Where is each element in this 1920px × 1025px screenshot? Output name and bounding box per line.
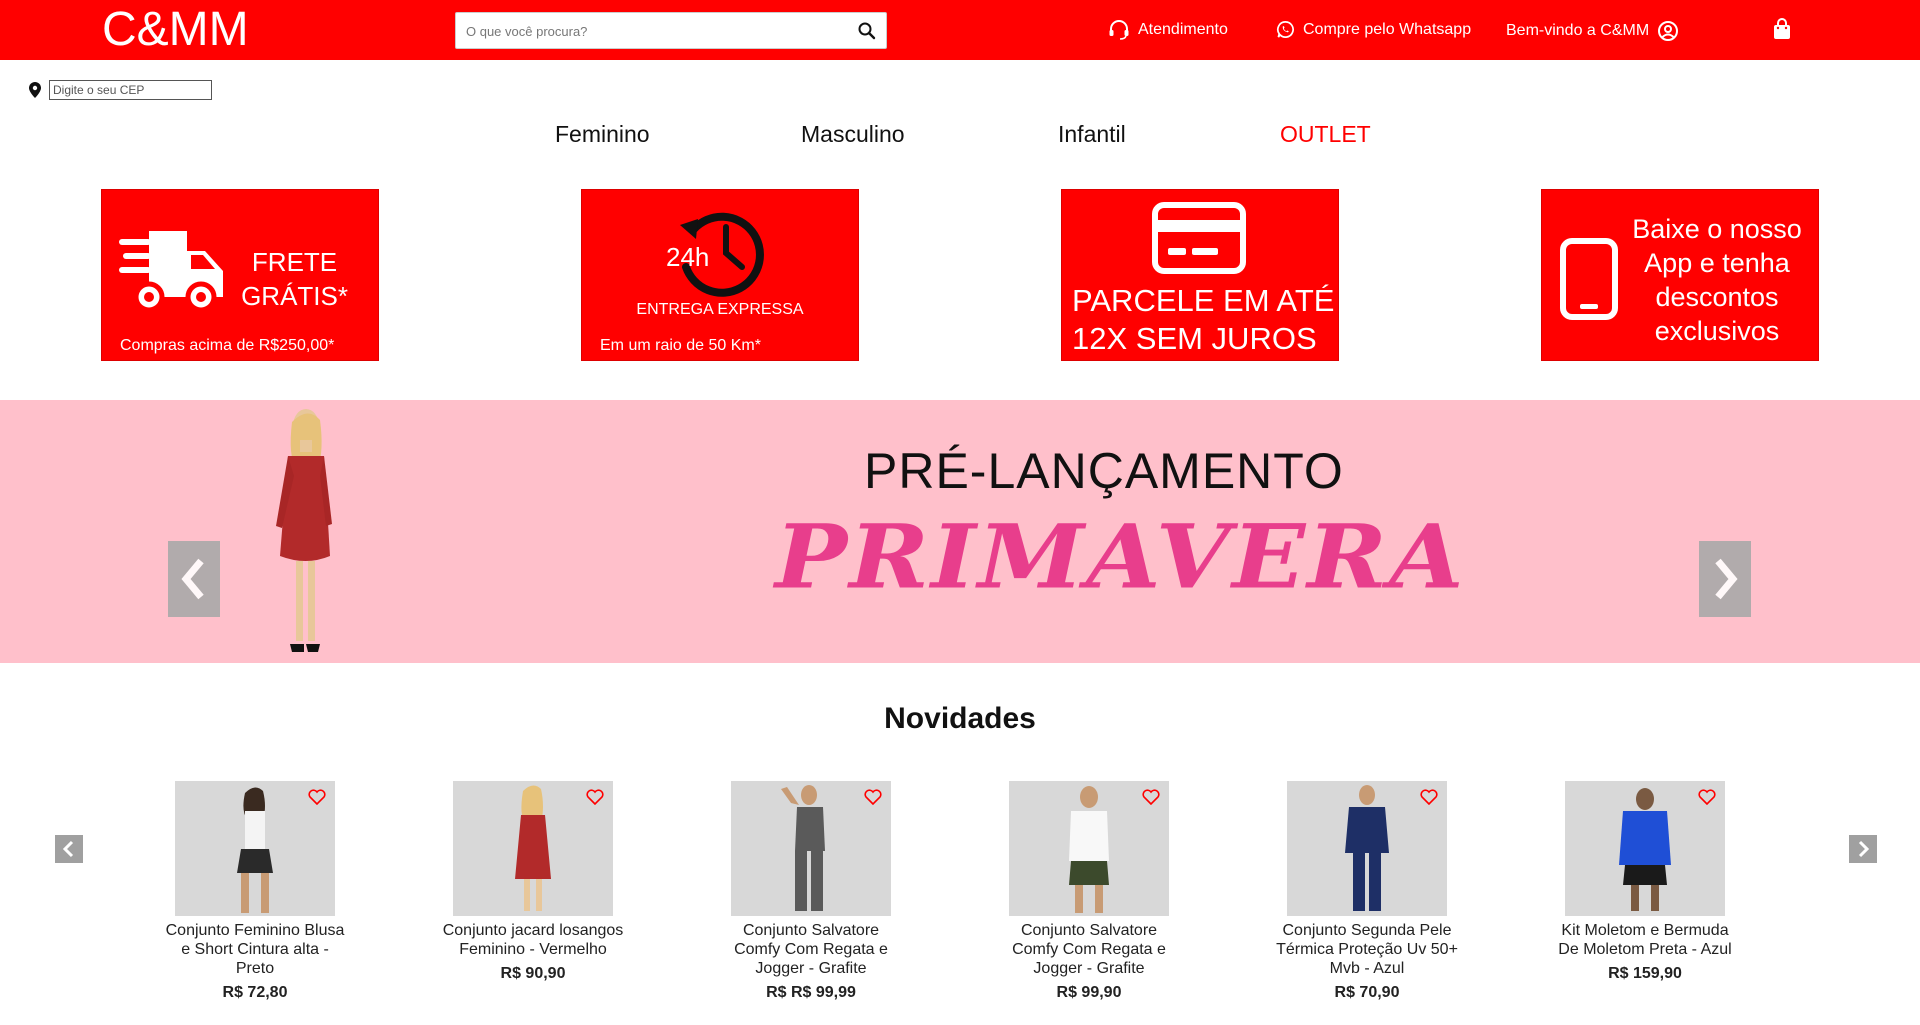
feature-app[interactable]: Baixe o nosso App e tenha descontos excl… [1541, 189, 1819, 361]
cep-input[interactable] [49, 80, 212, 100]
product-name[interactable]: Conjunto Feminino Blusa e Short Cintura … [155, 921, 355, 978]
chevron-right-icon [1858, 840, 1870, 858]
nav-infantil[interactable]: Infantil [1058, 121, 1126, 148]
search-input[interactable] [466, 21, 846, 41]
product-name[interactable]: Conjunto Salvatore Comfy Com Regata e Jo… [989, 921, 1189, 978]
entrega-hours: 24h [666, 242, 710, 272]
chevron-left-icon [62, 840, 74, 858]
product-image[interactable] [453, 781, 613, 916]
nav-feminino[interactable]: Feminino [555, 121, 650, 148]
product-card[interactable]: Conjunto Salvatore Comfy Com Regata e Jo… [989, 781, 1189, 1002]
parcele-text: PARCELE EM ATÉ 12X SEM JUROS [1072, 282, 1334, 358]
app-line1: Baixe o nosso [1632, 214, 1802, 244]
product-name[interactable]: Kit Moletom e Bermuda De Moletom Preta -… [1545, 921, 1745, 959]
frete-line2: GRÁTIS* [241, 281, 348, 311]
search-icon[interactable] [857, 21, 877, 41]
nav-outlet[interactable]: OUTLET [1280, 121, 1371, 148]
app-text: Baixe o nosso App e tenha descontos excl… [1622, 212, 1812, 348]
novidades-title: Novidades [884, 702, 1036, 735]
product-image[interactable] [175, 781, 335, 916]
app-line3: descontos [1655, 282, 1779, 312]
heart-icon[interactable] [1420, 789, 1438, 805]
product-name[interactable]: Conjunto Salvatore Comfy Com Regata e Jo… [711, 921, 911, 978]
product-card[interactable]: Conjunto jacard losangos Feminino - Verm… [433, 781, 633, 983]
site-logo[interactable]: C&MM [102, 2, 249, 57]
product-price: R$ 90,90 [500, 965, 566, 982]
product-image[interactable] [731, 781, 891, 916]
app-line2: App e tenha [1644, 248, 1790, 278]
chevron-right-icon [1715, 558, 1738, 600]
product-image[interactable] [1287, 781, 1447, 916]
whatsapp-icon [1277, 21, 1294, 38]
banner-title: PRÉ-LANÇAMENTO [864, 443, 1344, 499]
shopping-bag-icon[interactable] [1772, 18, 1792, 40]
product-name[interactable]: Conjunto Segunda Pele Térmica Proteção U… [1267, 921, 1467, 978]
hero-banner[interactable]: PRÉ-LANÇAMENTO PRIMAVERA [0, 400, 1920, 663]
product-price: R$ 70,90 [1334, 984, 1400, 1001]
frete-note: Compras acima de R$250,00* [120, 337, 335, 354]
user-circle-icon [1658, 21, 1679, 41]
product-image[interactable] [1565, 781, 1725, 916]
product-name[interactable]: Conjunto jacard losangos Feminino - Verm… [433, 921, 633, 959]
banner-prev-button[interactable] [168, 541, 220, 617]
feature-entrega-expressa[interactable]: 24h ENTREGA EXPRESSA Em um raio de 50 Km… [581, 189, 859, 361]
chevron-left-icon [181, 558, 204, 600]
search-box [455, 12, 887, 49]
smartphone-icon [1560, 238, 1618, 320]
products-prev-button[interactable] [55, 835, 83, 863]
welcome-label: Bem-vindo a C&MM [1506, 22, 1650, 39]
frete-text: FRETE GRÁTIS* [241, 245, 348, 313]
product-image[interactable] [1009, 781, 1169, 916]
whatsapp-link[interactable]: Compre pelo Whatsapp [1276, 20, 1471, 39]
parcele-line2: 12X SEM JUROS [1072, 321, 1317, 356]
parcele-line1: PARCELE EM ATÉ [1072, 283, 1335, 318]
app-line4: exclusivos [1654, 316, 1780, 346]
cep-section [29, 80, 212, 100]
nav-masculino[interactable]: Masculino [801, 121, 905, 148]
frete-line1: FRETE [251, 247, 338, 277]
products-next-button[interactable] [1849, 835, 1877, 863]
product-card[interactable]: Conjunto Salvatore Comfy Com Regata e Jo… [711, 781, 911, 1002]
feature-frete-gratis[interactable]: FRETE GRÁTIS* Compras acima de R$250,00* [101, 189, 379, 361]
product-price: R$ 72,80 [222, 984, 288, 1001]
account-link[interactable]: Bem-vindo a C&MM [1506, 20, 1679, 42]
product-card[interactable]: Kit Moletom e Bermuda De Moletom Preta -… [1545, 781, 1745, 983]
product-card[interactable]: Conjunto Segunda Pele Térmica Proteção U… [1267, 781, 1467, 1002]
heart-icon[interactable] [864, 789, 882, 805]
truck-icon [119, 231, 223, 313]
headset-icon [1109, 20, 1129, 40]
banner-next-button[interactable] [1699, 541, 1751, 617]
entrega-note: Em um raio de 50 Km* [600, 337, 761, 354]
heart-icon[interactable] [1698, 789, 1716, 805]
model-image [276, 409, 332, 652]
whatsapp-label: Compre pelo Whatsapp [1303, 20, 1472, 38]
heart-icon[interactable] [308, 789, 326, 805]
product-price: R$ 99,90 [1056, 984, 1122, 1001]
credit-card-icon [1152, 202, 1246, 274]
atendimento-link[interactable]: Atendimento [1108, 20, 1228, 40]
product-price: R$ 159,90 [1608, 965, 1682, 982]
atendimento-label: Atendimento [1138, 21, 1228, 38]
location-pin-icon [29, 82, 41, 98]
entrega-title: ENTREGA EXPRESSA [636, 301, 804, 318]
heart-icon[interactable] [586, 789, 604, 805]
product-card[interactable]: Conjunto Feminino Blusa e Short Cintura … [155, 781, 355, 1002]
heart-icon[interactable] [1142, 789, 1160, 805]
banner-subtitle: PRIMAVERA [775, 504, 1466, 609]
feature-parcele[interactable]: PARCELE EM ATÉ 12X SEM JUROS [1061, 189, 1339, 361]
product-price: R$ R$ 99,99 [766, 984, 856, 1001]
top-header: C&MM Atendimento Compre pelo Whatsapp Be… [0, 0, 1920, 60]
